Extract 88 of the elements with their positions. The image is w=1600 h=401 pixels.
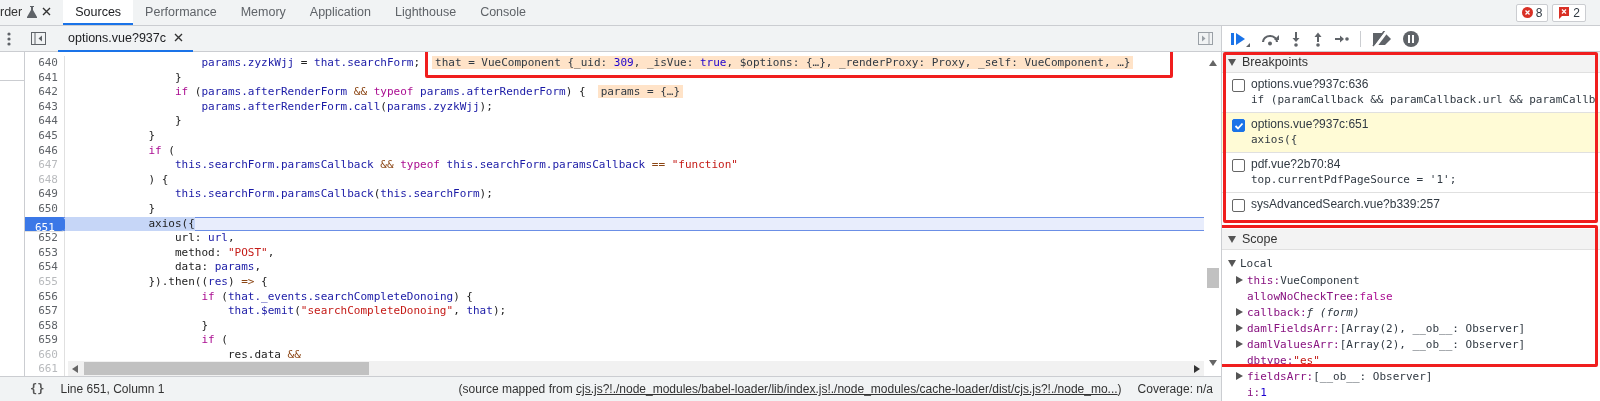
scope-variable[interactable]: i:1	[1222, 384, 1600, 400]
breakpoint-item[interactable]: options.vue?937c:651 axios({	[1222, 113, 1600, 153]
panel-tab[interactable]: Application	[297, 0, 383, 25]
error-icon	[1521, 7, 1533, 18]
line-number[interactable]: 657	[25, 304, 65, 319]
code-line: }	[200, 318, 209, 334]
scroll-right-icon[interactable]	[1194, 364, 1200, 373]
scope-variable[interactable]: callback:ƒ (form)	[1222, 304, 1600, 320]
panel-tab[interactable]: rder	[0, 0, 64, 25]
file-tab[interactable]: options.vue?937c	[58, 25, 193, 52]
scrollbar-thumb[interactable]	[1206, 268, 1219, 288]
coverage-label: Coverage: n/a	[1137, 382, 1213, 396]
issue-counter[interactable]: 8	[1515, 3, 1549, 22]
close-icon[interactable]	[174, 33, 183, 42]
line-number[interactable]: 649	[25, 187, 65, 202]
code-line: if (	[200, 333, 228, 348]
code-line: params.zyzkWjj = that.searchForm;	[200, 56, 420, 71]
code-line: if (	[147, 143, 175, 159]
pause-icon[interactable]	[1403, 30, 1419, 47]
more-icon[interactable]	[7, 31, 11, 46]
line-number[interactable]: 644	[25, 114, 65, 129]
code-line: }	[173, 114, 182, 129]
code-line: }	[173, 70, 182, 86]
line-number[interactable]: 640	[25, 56, 65, 71]
checkbox[interactable]	[1232, 119, 1245, 132]
code-line: if (params.afterRenderForm && typeof params.afterRenderForm) {	[173, 85, 586, 100]
close-icon[interactable]	[42, 7, 52, 16]
scroll-up-icon[interactable]	[1208, 60, 1217, 66]
code-line: data: params,	[173, 260, 262, 275]
code-line: }	[147, 128, 156, 144]
code-line: ) {	[147, 172, 169, 188]
inline-value: that = VueComponent {_uid: 309, _isVue: true, $options: {…}, _renderProxy: Proxy, _self: VueComponent, …}	[432, 56, 1134, 69]
code-line: }	[147, 201, 156, 217]
line-number[interactable]: 642	[25, 85, 65, 100]
flask-icon	[27, 5, 38, 18]
scroll-left-icon[interactable]	[72, 364, 78, 373]
source-map-label: (source mapped from	[458, 382, 574, 396]
sidebar-toggle-icon[interactable]	[31, 32, 46, 45]
sidebar-toggle-icon[interactable]	[1198, 32, 1213, 45]
code-line: url: url,	[173, 231, 235, 246]
code-line: that.$emit("searchCompleteDonoing", that);	[226, 304, 507, 319]
section-header[interactable]: Scope	[1222, 229, 1600, 250]
line-number[interactable]: 646	[25, 143, 65, 159]
scrollbar-thumb[interactable]	[84, 362, 369, 375]
panel-tab[interactable]: Sources	[63, 0, 134, 25]
scope-variable[interactable]: this:VueComponent	[1222, 272, 1600, 288]
scroll-down-icon[interactable]	[1208, 360, 1217, 366]
scope-variable[interactable]: fieldsArr:[__ob__: Observer]	[1222, 368, 1600, 384]
line-number[interactable]: 654	[25, 260, 65, 275]
step-into-icon[interactable]	[1290, 30, 1302, 47]
cursor-position: Line 651, Column 1	[60, 382, 165, 396]
line-number[interactable]: 653	[25, 245, 65, 261]
line-number[interactable]: 645	[25, 128, 65, 144]
scope-variable[interactable]: allowNoCheckTree:false	[1222, 288, 1600, 304]
code-line: method: "POST",	[173, 245, 275, 261]
line-number[interactable]: 652	[25, 231, 65, 246]
code-line: }).then((res) => {	[147, 274, 268, 290]
code-line: params.afterRenderForm.call(params.zyzkWjj);	[200, 99, 493, 115]
checkbox[interactable]	[1232, 159, 1245, 172]
scope-group[interactable]: Local	[1222, 255, 1600, 272]
flag-icon	[1558, 6, 1571, 19]
issue-counter[interactable]: 2	[1552, 3, 1586, 22]
panel-tab[interactable]: Console	[468, 0, 538, 25]
panel-tab[interactable]: Lighthouse	[382, 0, 469, 25]
code-line: this.searchForm.paramsCallback(this.searchForm);	[173, 187, 493, 202]
line-number[interactable]: 659	[25, 333, 65, 348]
scope-variable[interactable]: damlValuesArr:[Array(2), __ob__: Observer]	[1222, 336, 1600, 352]
line-number[interactable]: 656	[25, 289, 65, 305]
panel-tab[interactable]: Memory	[228, 0, 298, 25]
line-number[interactable]: 658	[25, 318, 65, 334]
scope-variable[interactable]: damlFieldsArr:[Array(2), __ob__: Observer]	[1222, 320, 1600, 336]
checkbox[interactable]	[1232, 199, 1245, 212]
line-number[interactable]: 651	[25, 216, 65, 232]
deactivate-breakpoints-icon[interactable]	[1371, 30, 1393, 47]
code-line: res.data &&	[226, 347, 301, 363]
inline-value: params = {…}	[597, 85, 684, 99]
resume-icon[interactable]	[1230, 30, 1250, 47]
format-button[interactable]: {}	[30, 382, 45, 396]
code-line: this.searchForm.paramsCallback && typeof this.searchForm.paramsCallback == "function"	[173, 158, 738, 173]
source-link[interactable]: cjs.js?!./node_modules/babel-loader/lib/index.js!./node_modules/cache-loader/dist/cjs.js?!./node_mo...	[575, 382, 1118, 396]
code-line: if (that._events.searchCompleteDonoing) {	[200, 289, 473, 305]
panel-tab[interactable]: Performance	[133, 0, 229, 25]
line-number[interactable]: 650	[25, 201, 65, 217]
source-map-label: )	[1117, 382, 1122, 396]
line-number[interactable]: 643	[25, 99, 65, 115]
checkbox[interactable]	[1232, 79, 1245, 92]
step-out-icon[interactable]	[1312, 30, 1324, 47]
line-number[interactable]: 641	[25, 70, 65, 86]
